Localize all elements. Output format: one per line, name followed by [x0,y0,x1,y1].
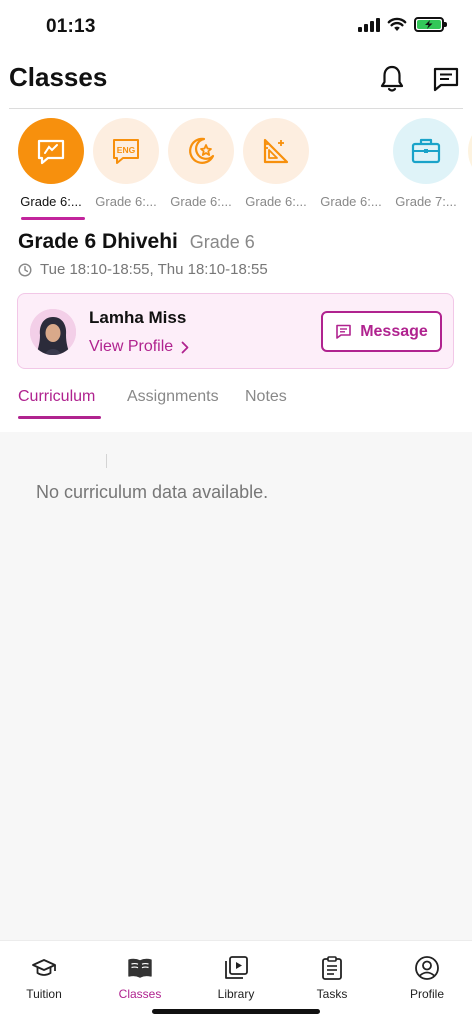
divider-mark [106,454,107,468]
class-item[interactable]: Grade 6:... [240,118,312,222]
class-item[interactable]: Grade 6:... [315,118,387,222]
class-label: Grade 6:... [95,194,157,209]
page-title: Classes [9,62,108,92]
class-selected-indicator [21,217,85,220]
video-library-icon [225,956,248,979]
open-book-icon [128,958,152,978]
nav-tasks-label: Tasks [316,987,348,1001]
tab-assignments[interactable]: Assignments [127,388,219,406]
header-divider [9,108,463,109]
message-button-label: Message [360,322,428,340]
nav-classes-label: Classes [118,987,162,1001]
class-grade: Grade 6 [189,232,255,252]
tab-curriculum[interactable]: Curriculum [18,388,95,406]
teacher-name: Lamha Miss [89,308,187,327]
notifications-button[interactable] [378,64,406,94]
message-icon [336,324,352,339]
geometry-icon [243,118,309,184]
content-tabs: Curriculum Assignments Notes [0,386,472,422]
chat-icon [433,67,459,92]
message-button[interactable]: Message [321,311,442,352]
class-blank-icon [318,118,384,184]
nav-tuition-label: Tuition [26,987,62,1001]
view-profile-link[interactable]: View Profile [89,338,189,356]
user-circle-icon [415,956,439,980]
class-label: Grade 6:... [20,194,82,209]
clipboard-icon [322,956,342,980]
class-item-partial[interactable] [465,118,472,222]
class-item[interactable]: ENG Grade 6:... [90,118,162,222]
class-partial-icon [468,118,472,184]
class-item[interactable]: Grade 6:... [165,118,237,222]
svg-text:ENG: ENG [117,145,136,155]
cellular-signal-icon [358,17,380,32]
class-name: Grade 6 Dhivehi [18,230,178,253]
nav-library[interactable]: Library [189,955,283,1005]
graduation-cap-icon [32,959,56,976]
class-label: Grade 6:... [245,194,307,209]
nav-library-label: Library [217,987,255,1001]
class-item[interactable]: Grade 6:... [15,118,87,222]
presentation-icon [18,118,84,184]
nav-tasks[interactable]: Tasks [285,955,379,1005]
class-strip[interactable]: Grade 6:... ENG Grade 6:... Grade 6:... [0,118,472,222]
nav-classes[interactable]: Classes [93,955,187,1005]
class-label: Grade 6:... [170,194,232,209]
class-title: Grade 6 Dhivehi Grade 6 [18,230,255,254]
class-label: Grade 7:... [395,194,457,209]
battery-icon [414,17,447,32]
nav-profile[interactable]: Profile [380,955,472,1005]
status-time: 01:13 [46,16,96,37]
chevron-right-icon [181,341,189,353]
view-profile-label: View Profile [89,338,174,355]
class-item[interactable]: Grade 7:... [390,118,462,222]
class-label: Grade 6:... [320,194,382,209]
clock-icon [18,262,32,277]
class-schedule: Tue 18:10-18:55, Thu 18:10-18:55 [18,261,268,278]
tab-notes[interactable]: Notes [245,388,287,406]
home-indicator [152,1009,320,1014]
nav-tuition[interactable]: Tuition [0,955,91,1005]
crescent-star-icon [168,118,234,184]
briefcase-icon [393,118,459,184]
curriculum-content: No curriculum data available. [0,432,472,940]
header: Classes [0,56,472,110]
nav-profile-label: Profile [409,987,444,1001]
tab-active-indicator [18,416,101,419]
empty-state-message: No curriculum data available. [36,482,269,502]
messages-button[interactable] [432,64,460,94]
teacher-card: Lamha Miss View Profile Message [17,293,454,369]
bell-icon [380,65,404,92]
status-bar: 01:13 [0,0,472,54]
eng-icon: ENG [93,118,159,184]
avatar [30,309,76,355]
wifi-icon [387,17,407,31]
status-icons [358,17,447,32]
schedule-text: Tue 18:10-18:55, Thu 18:10-18:55 [40,261,268,278]
